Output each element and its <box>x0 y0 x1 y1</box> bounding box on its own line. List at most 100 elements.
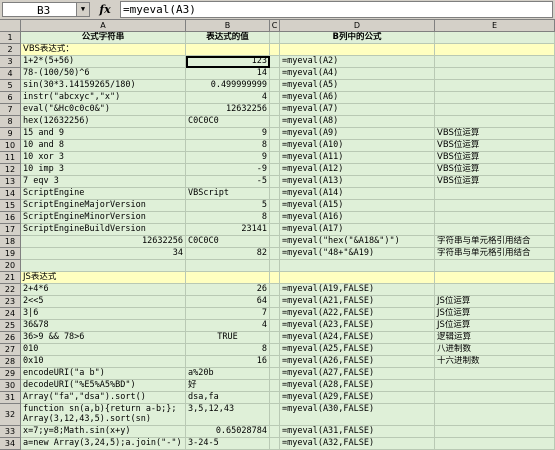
cell-b[interactable]: -5 <box>186 176 270 188</box>
cell-e[interactable]: JS位运算 <box>435 320 555 332</box>
cell-c[interactable] <box>270 260 280 272</box>
cell-b[interactable]: 26 <box>186 284 270 296</box>
cell-d[interactable] <box>280 272 435 284</box>
cell-a[interactable]: 10 xor 3 <box>21 152 186 164</box>
cell-a[interactable]: ScriptEngineMinorVersion <box>21 212 186 224</box>
name-box-dropdown-icon[interactable]: ▼ <box>76 3 89 16</box>
cell-a[interactable]: Array("fa","dsa").sort() <box>21 392 186 404</box>
cell-c[interactable] <box>270 92 280 104</box>
cell-e[interactable]: 字符串与单元格引用结合 <box>435 236 555 248</box>
cell-c[interactable] <box>270 438 280 450</box>
cell-b[interactable]: 好 <box>186 380 270 392</box>
cell-b[interactable]: C0C0C0 <box>186 236 270 248</box>
row-header[interactable]: 4 <box>0 68 21 80</box>
cell-b[interactable]: a%20b <box>186 368 270 380</box>
cell-b[interactable]: dsa,fa <box>186 392 270 404</box>
cell-a[interactable]: 10 and 8 <box>21 140 186 152</box>
cell-c[interactable] <box>270 272 280 284</box>
cell-a[interactable]: 10 imp 3 <box>21 164 186 176</box>
cell-a[interactable]: eval("&Hc0c0c0&") <box>21 104 186 116</box>
cell-d[interactable]: =myeval(A4) <box>280 68 435 80</box>
cell-e[interactable] <box>435 380 555 392</box>
cell-d[interactable]: =myeval(A21,FALSE) <box>280 296 435 308</box>
cell-d[interactable]: =myeval(A5) <box>280 80 435 92</box>
cell-a[interactable]: x=7;y=8;Math.sin(x+y) <box>21 426 186 438</box>
row-header[interactable]: 15 <box>0 200 21 212</box>
row-header[interactable]: 8 <box>0 116 21 128</box>
cell-d[interactable]: =myeval(A17) <box>280 224 435 236</box>
cell-b[interactable] <box>186 260 270 272</box>
cell-d[interactable]: =myeval(A24,FALSE) <box>280 332 435 344</box>
cell-e[interactable] <box>435 92 555 104</box>
formula-input[interactable]: =myeval(A3) <box>120 1 553 18</box>
cell-b[interactable]: TRUE <box>186 332 270 344</box>
cell-c[interactable] <box>270 212 280 224</box>
cell-c[interactable] <box>270 140 280 152</box>
cell-d[interactable]: B列中的公式 <box>280 32 435 44</box>
cell-a[interactable]: 1+2*(5+56) <box>21 56 186 68</box>
row-header[interactable]: 16 <box>0 212 21 224</box>
cell-c[interactable] <box>270 426 280 438</box>
cell-b[interactable]: 8 <box>186 212 270 224</box>
column-header-e[interactable]: E <box>435 20 555 32</box>
row-header[interactable]: 17 <box>0 224 21 236</box>
cell-e[interactable] <box>435 272 555 284</box>
cell-a[interactable]: ScriptEngineBuildVersion <box>21 224 186 236</box>
cell-d[interactable]: =myeval(A8) <box>280 116 435 128</box>
cell-e[interactable] <box>435 212 555 224</box>
cell-a[interactable]: decodeURI("%E5%A5%BD") <box>21 380 186 392</box>
cell-c[interactable] <box>270 248 280 260</box>
cell-b[interactable]: 123 <box>186 56 270 68</box>
cell-d[interactable]: =myeval(A26,FALSE) <box>280 356 435 368</box>
cell-d[interactable]: =myeval(A23,FALSE) <box>280 320 435 332</box>
cell-a[interactable]: 34 <box>21 248 186 260</box>
cell-d[interactable]: =myeval(A29,FALSE) <box>280 392 435 404</box>
cell-c[interactable] <box>270 104 280 116</box>
cell-c[interactable] <box>270 152 280 164</box>
row-header[interactable]: 21 <box>0 272 21 284</box>
cell-a[interactable]: 7 eqv 3 <box>21 176 186 188</box>
cell-e[interactable] <box>435 44 555 56</box>
row-header[interactable]: 5 <box>0 80 21 92</box>
cell-d[interactable]: =myeval(A15) <box>280 200 435 212</box>
cell-a[interactable]: VBS表达式： <box>21 44 186 56</box>
row-header[interactable]: 33 <box>0 426 21 438</box>
cell-a[interactable]: encodeURI("a b") <box>21 368 186 380</box>
cell-e[interactable]: JS位运算 <box>435 296 555 308</box>
cell-a[interactable]: 0x10 <box>21 356 186 368</box>
row-header[interactable]: 34 <box>0 438 21 450</box>
row-header[interactable]: 1 <box>0 32 21 44</box>
cell-a[interactable]: a=new Array(3,24,5);a.join("-") <box>21 438 186 450</box>
cell-d[interactable]: =myeval(A7) <box>280 104 435 116</box>
row-header[interactable]: 10 <box>0 140 21 152</box>
cell-a[interactable]: ScriptEngineMajorVersion <box>21 200 186 212</box>
cell-d[interactable]: =myeval(A14) <box>280 188 435 200</box>
cell-c[interactable] <box>270 296 280 308</box>
cell-b[interactable]: 23141 <box>186 224 270 236</box>
cell-c[interactable] <box>270 80 280 92</box>
cell-b[interactable]: 16 <box>186 356 270 368</box>
cell-b[interactable]: 4 <box>186 92 270 104</box>
cell-b[interactable]: 4 <box>186 320 270 332</box>
cell-d[interactable]: =myeval(A13) <box>280 176 435 188</box>
column-header-d[interactable]: D <box>280 20 435 32</box>
row-header[interactable]: 25 <box>0 320 21 332</box>
cell-e[interactable]: 逻辑运算 <box>435 332 555 344</box>
column-header-a[interactable]: A <box>21 20 186 32</box>
cell-b[interactable]: 9 <box>186 128 270 140</box>
cell-e[interactable] <box>435 224 555 236</box>
cell-d[interactable]: =myeval(A12) <box>280 164 435 176</box>
cell-b[interactable]: 82 <box>186 248 270 260</box>
row-header[interactable]: 3 <box>0 56 21 68</box>
row-header[interactable]: 13 <box>0 176 21 188</box>
cell-c[interactable] <box>270 68 280 80</box>
cell-c[interactable] <box>270 404 280 426</box>
cell-d[interactable] <box>280 44 435 56</box>
cell-c[interactable] <box>270 392 280 404</box>
cell-b[interactable] <box>186 44 270 56</box>
cell-c[interactable] <box>270 176 280 188</box>
cell-e[interactable] <box>435 260 555 272</box>
cell-e[interactable] <box>435 188 555 200</box>
cell-a[interactable]: 36>9 && 78>6 <box>21 332 186 344</box>
cell-e[interactable] <box>435 438 555 450</box>
